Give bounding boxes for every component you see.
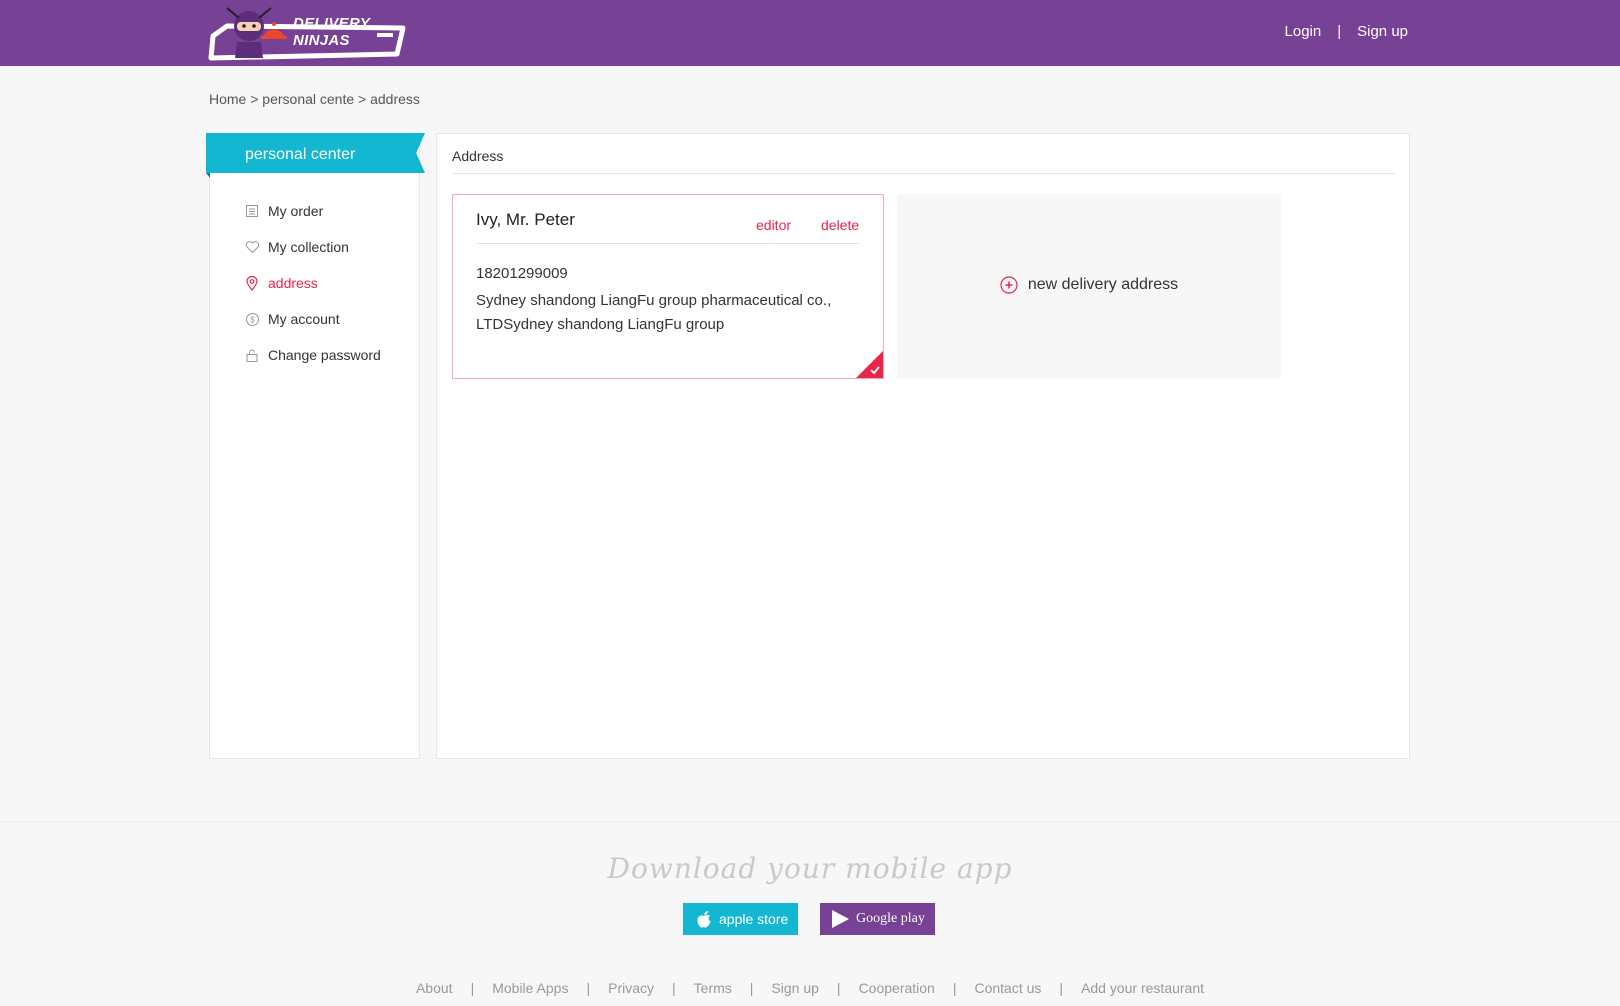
footer-separator: | xyxy=(749,980,754,996)
page-title: Address xyxy=(452,148,504,164)
footer-link-cooperation[interactable]: Cooperation xyxy=(859,980,935,996)
footer-link-privacy[interactable]: Privacy xyxy=(608,980,654,996)
footer-separator: | xyxy=(952,980,957,996)
apple-store-label: apple store xyxy=(719,911,789,927)
footer-separator: | xyxy=(672,980,676,996)
breadcrumb[interactable]: Home > personal cente > address xyxy=(209,91,420,107)
sidebar-item-label: Change password xyxy=(268,347,381,363)
edit-address-button[interactable]: editor xyxy=(756,217,791,233)
google-play-button[interactable]: Google play xyxy=(820,903,935,935)
title-divider xyxy=(452,173,1395,174)
footer-link-add-restaurant[interactable]: Add your restaurant xyxy=(1081,980,1204,996)
new-address-button[interactable]: new delivery address xyxy=(897,194,1281,379)
footer-separator: | xyxy=(470,980,475,996)
plus-circle-icon xyxy=(1000,276,1018,294)
auth-separator: | xyxy=(1337,23,1342,40)
top-header: DELIVERY NINJAS Login | Sign up xyxy=(0,0,1620,66)
sidebar-item-label: My order xyxy=(268,203,324,219)
new-address-label: new delivery address xyxy=(1027,276,1179,293)
sidebar-item-label: address xyxy=(268,275,318,291)
sidebar-item-my-collection[interactable]: My collection xyxy=(244,229,381,265)
sidebar-item-change-password[interactable]: Change password xyxy=(244,337,381,373)
heart-icon xyxy=(244,239,260,255)
footer-separator: | xyxy=(836,980,841,996)
sidebar-item-label: My collection xyxy=(268,239,349,255)
selected-check-icon xyxy=(856,351,883,378)
footer-link-sign-up[interactable]: Sign up xyxy=(771,980,818,996)
download-app-title: Download your mobile app xyxy=(607,852,1013,885)
delete-address-button[interactable]: delete xyxy=(821,217,859,233)
order-list-icon xyxy=(244,203,260,219)
apple-store-button[interactable]: apple store xyxy=(683,903,798,935)
footer-link-contact-us[interactable]: Contact us xyxy=(974,980,1041,996)
svg-text:$: $ xyxy=(250,315,255,324)
footer-separator: | xyxy=(586,980,591,996)
sidebar-menu: My order My collection address $ My acco… xyxy=(244,193,381,373)
address-contact-name: Ivy, Mr. Peter xyxy=(476,210,575,229)
address-phone: 18201299009 xyxy=(476,265,568,282)
signup-link[interactable]: Sign up xyxy=(1357,23,1408,40)
main-panel: Address Ivy, Mr. Peter editor delete 182… xyxy=(436,133,1410,759)
site-logo[interactable]: DELIVERY NINJAS xyxy=(207,2,419,62)
card-divider xyxy=(476,243,860,244)
google-play-label: Google play xyxy=(856,911,925,926)
dollar-coin-icon: $ xyxy=(244,311,260,327)
sidebar-item-my-account[interactable]: $ My account xyxy=(244,301,381,337)
play-store-icon xyxy=(832,910,849,928)
address-text: Sydney shandong LiangFu group pharmaceut… xyxy=(476,292,832,333)
sidebar-item-label: My account xyxy=(268,311,340,327)
lock-icon xyxy=(244,347,260,363)
sidebar-title-fold xyxy=(206,173,210,178)
footer-links: About | Mobile Apps | Privacy | Terms | … xyxy=(0,980,1620,996)
footer-link-terms[interactable]: Terms xyxy=(694,980,732,996)
apple-icon xyxy=(697,911,711,928)
brand-name: DELIVERY NINJAS xyxy=(293,15,370,49)
address-card[interactable]: Ivy, Mr. Peter editor delete 18201299009… xyxy=(452,194,884,379)
footer-link-mobile-apps[interactable]: Mobile Apps xyxy=(492,980,568,996)
footer: Download your mobile app apple store Goo… xyxy=(0,821,1620,1006)
auth-links: Login | Sign up xyxy=(1285,23,1408,40)
footer-separator: | xyxy=(1059,980,1064,996)
sidebar-item-address[interactable]: address xyxy=(244,265,381,301)
login-link[interactable]: Login xyxy=(1285,23,1322,40)
sidebar-title: personal center xyxy=(206,133,425,173)
new-address-content: new delivery address xyxy=(897,276,1281,294)
location-pin-icon xyxy=(244,275,260,291)
footer-link-about[interactable]: About xyxy=(416,980,453,996)
sidebar-item-my-order[interactable]: My order xyxy=(244,193,381,229)
